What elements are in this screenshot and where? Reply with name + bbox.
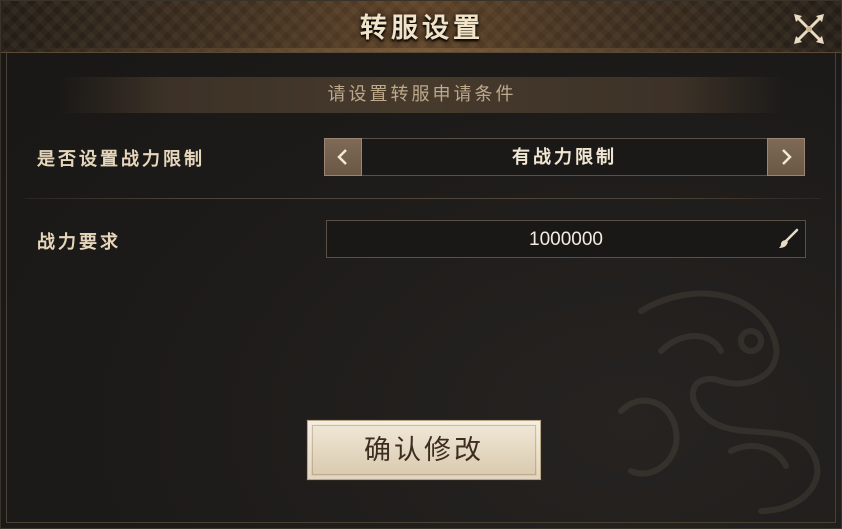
crossed-swords-close-icon: [794, 14, 824, 44]
power-limit-label: 是否设置战力限制: [37, 149, 205, 170]
next-option-button[interactable]: [767, 138, 805, 176]
transfer-server-settings-dialog: 转服设置 请设置转服申请条件 是否设置战力限制 有战力限制 战力要求 10000…: [0, 0, 842, 529]
power-requirement-value: 1000000: [529, 229, 603, 250]
power-requirement-input[interactable]: 1000000: [326, 220, 806, 258]
power-limit-value: 有战力限制: [512, 147, 617, 168]
confirm-button-label: 确认修改: [364, 435, 484, 466]
dialog-title: 转服设置: [360, 13, 484, 44]
chevron-left-icon: [337, 149, 347, 165]
power-requirement-label: 战力要求: [37, 232, 121, 253]
conditions-banner: 请设置转服申请条件: [61, 77, 783, 113]
brush-icon[interactable]: [777, 228, 799, 250]
close-button[interactable]: [791, 11, 827, 47]
previous-option-button[interactable]: [324, 138, 362, 176]
dragon-watermark-icon: [618, 290, 821, 514]
banner-text: 请设置转服申请条件: [327, 84, 517, 105]
row-divider: [25, 198, 821, 199]
power-limit-selector: 有战力限制: [324, 138, 805, 176]
chevron-right-icon: [782, 149, 792, 165]
confirm-changes-button[interactable]: 确认修改: [307, 420, 541, 480]
